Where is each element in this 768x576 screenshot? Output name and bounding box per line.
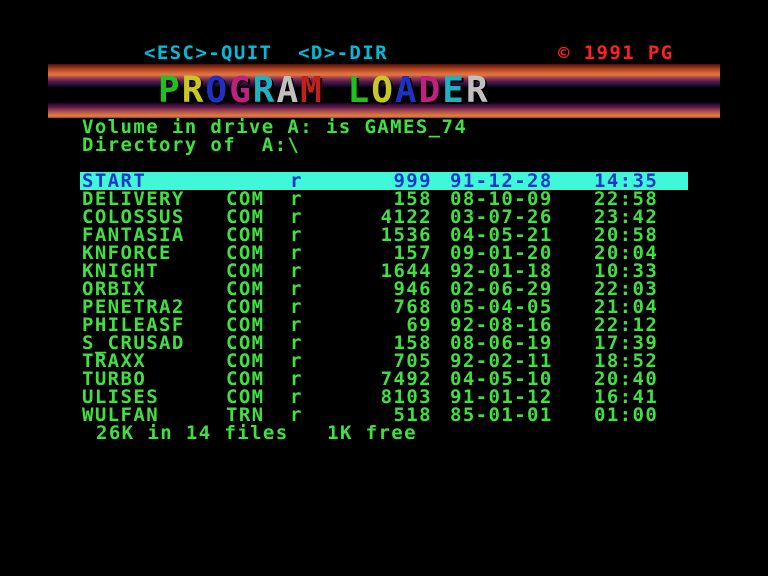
- header-key-hints: <ESC>-QUIT <D>-DIR: [144, 42, 388, 64]
- banner-letter: E: [442, 70, 466, 111]
- banner-letter: L: [347, 70, 372, 111]
- banner-letter: A: [394, 70, 419, 111]
- banner-letter: R: [252, 70, 277, 111]
- file-time: 01:00: [594, 404, 659, 426]
- file-list: START r 999 91-12-28 14:35 DELIVERY COM r 158 08-…: [80, 172, 688, 426]
- banner-letter: [324, 70, 348, 111]
- file-date: 85-01-01: [450, 404, 553, 426]
- banner-letter: O: [371, 70, 395, 111]
- banner-letter: R: [181, 70, 206, 111]
- banner-letter: M: [300, 70, 324, 111]
- banner-letter: O: [205, 70, 230, 111]
- banner-letter: D: [418, 70, 443, 111]
- banner-letter: R: [465, 70, 490, 111]
- banner-letter: P: [158, 70, 182, 111]
- banner-letter: G: [229, 70, 253, 111]
- banner-title: PROGRAM LOADER: [158, 73, 490, 109]
- copyright-notice: © 1991 PG: [558, 42, 674, 64]
- directory-path-line: Directory of A:\: [82, 134, 301, 156]
- banner-letter: A: [276, 70, 301, 111]
- directory-summary: 26K in 14 files 1K free: [96, 422, 417, 444]
- title-banner: PROGRAM LOADER: [48, 64, 720, 118]
